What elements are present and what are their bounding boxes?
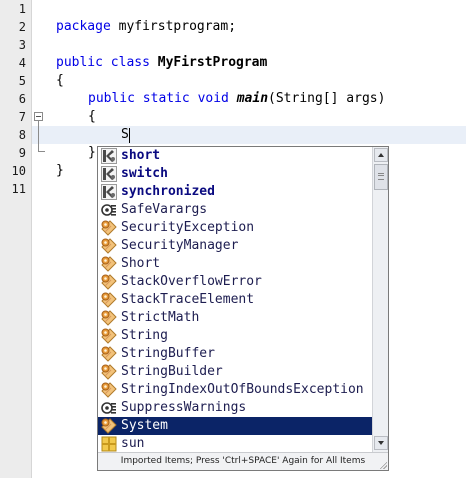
completion-item-label: short bbox=[121, 148, 161, 163]
completion-item-label: StringIndexOutOfBoundsException bbox=[121, 382, 364, 397]
current-line-highlight bbox=[32, 126, 466, 144]
keyword-token: public static void bbox=[88, 91, 229, 106]
class-icon bbox=[101, 238, 117, 254]
line-number: 10 bbox=[11, 164, 26, 178]
completion-item-selected[interactable]: System bbox=[98, 417, 372, 435]
completion-item[interactable]: SafeVarargs bbox=[98, 201, 372, 219]
code-line-brace[interactable]: { bbox=[56, 72, 64, 90]
completion-item-label: StrictMath bbox=[121, 310, 200, 325]
class-icon bbox=[101, 256, 117, 272]
completion-item[interactable]: SecurityException bbox=[98, 219, 372, 237]
code-token: myfirstprogram; bbox=[110, 19, 237, 34]
class-name-token: MyFirstProgram bbox=[157, 55, 268, 70]
completion-item-label: sun bbox=[121, 436, 145, 451]
completion-item[interactable]: StringIndexOutOfBoundsException bbox=[98, 381, 372, 399]
completion-item[interactable]: StackTraceElement bbox=[98, 291, 372, 309]
line-number: 11 bbox=[11, 182, 26, 196]
line-number: 5 bbox=[18, 74, 26, 88]
class-icon bbox=[101, 382, 117, 398]
completion-item-label: StringBuilder bbox=[121, 364, 223, 379]
code-fold-collapse-icon[interactable] bbox=[34, 112, 43, 121]
class-icon bbox=[101, 292, 117, 308]
code-token: (String[] args) bbox=[268, 91, 386, 106]
completion-item[interactable]: SecurityManager bbox=[98, 237, 372, 255]
line-number: 3 bbox=[18, 38, 26, 52]
completion-item[interactable]: switch bbox=[98, 165, 372, 183]
annotation-icon bbox=[101, 400, 117, 416]
completion-item-label: StackTraceElement bbox=[121, 292, 255, 307]
line-number: 7 bbox=[18, 110, 26, 124]
completion-list[interactable]: short switch synchronized SafeVarargs Securi… bbox=[98, 147, 372, 453]
code-line-brace[interactable]: { bbox=[88, 108, 96, 126]
completion-item-label: SuppressWarnings bbox=[121, 400, 247, 415]
code-line-main[interactable]: public static void main(String[] args) bbox=[88, 90, 385, 108]
completion-item-label: String bbox=[121, 328, 168, 343]
completion-item-label: StringBuffer bbox=[121, 346, 215, 361]
keyword-icon bbox=[101, 148, 117, 164]
class-icon bbox=[101, 364, 117, 380]
completion-item-label: System bbox=[121, 418, 168, 433]
keyword-icon bbox=[101, 166, 117, 182]
completion-item[interactable]: short bbox=[98, 147, 372, 165]
code-completion-popup[interactable]: short switch synchronized SafeVarargs Securi… bbox=[97, 146, 389, 471]
completion-item-label: SafeVarargs bbox=[121, 202, 208, 217]
line-number: 8 bbox=[18, 128, 26, 142]
completion-item-label: switch bbox=[121, 166, 168, 181]
completion-item[interactable]: StringBuilder bbox=[98, 363, 372, 381]
resize-grip-icon[interactable] bbox=[379, 461, 387, 469]
completion-item-label: StackOverflowError bbox=[121, 274, 262, 289]
method-name-token: main bbox=[236, 91, 269, 106]
line-number: 1 bbox=[18, 2, 26, 16]
text-caret bbox=[129, 128, 130, 143]
scroll-down-arrow-icon[interactable] bbox=[374, 436, 388, 450]
code-line-brace[interactable]: } bbox=[88, 144, 96, 162]
class-icon bbox=[101, 418, 117, 434]
completion-item-label: Short bbox=[121, 256, 161, 271]
package-icon bbox=[101, 436, 117, 452]
class-icon bbox=[101, 328, 117, 344]
code-line-class[interactable]: public class MyFirstProgram bbox=[56, 54, 267, 72]
code-fold-guide bbox=[38, 121, 39, 151]
annotation-icon bbox=[101, 202, 117, 218]
completion-footer-hint: Imported Items; Press 'Ctrl+SPACE' Again… bbox=[98, 452, 388, 470]
completion-item[interactable]: sun bbox=[98, 435, 372, 453]
class-icon bbox=[101, 310, 117, 326]
code-line-typed[interactable]: S bbox=[121, 126, 129, 144]
keyword-token: package bbox=[56, 19, 111, 34]
completion-item[interactable]: StrictMath bbox=[98, 309, 372, 327]
code-line-package[interactable]: package myfirstprogram; bbox=[56, 18, 236, 36]
completion-item[interactable]: String bbox=[98, 327, 372, 345]
completion-item[interactable]: synchronized bbox=[98, 183, 372, 201]
completion-item[interactable]: StringBuffer bbox=[98, 345, 372, 363]
line-number: 9 bbox=[18, 146, 26, 160]
class-icon bbox=[101, 346, 117, 362]
completion-item-label: synchronized bbox=[121, 184, 215, 199]
completion-item[interactable]: Short bbox=[98, 255, 372, 273]
keyword-icon bbox=[101, 184, 117, 200]
scrollbar-thumb[interactable] bbox=[374, 164, 388, 190]
completion-item-label: SecurityException bbox=[121, 220, 255, 235]
scroll-up-arrow-icon[interactable] bbox=[374, 148, 388, 162]
keyword-token: public class bbox=[56, 55, 150, 70]
line-number: 4 bbox=[18, 56, 26, 70]
line-number: 2 bbox=[18, 20, 26, 34]
class-icon bbox=[101, 220, 117, 236]
completion-item[interactable]: StackOverflowError bbox=[98, 273, 372, 291]
line-number: 6 bbox=[18, 92, 26, 106]
completion-item-label: SecurityManager bbox=[121, 238, 239, 253]
class-icon bbox=[101, 274, 117, 290]
completion-scrollbar[interactable] bbox=[372, 147, 388, 452]
code-fold-guide-end bbox=[38, 151, 45, 152]
code-line-brace[interactable]: } bbox=[56, 162, 64, 180]
completion-item[interactable]: SuppressWarnings bbox=[98, 399, 372, 417]
